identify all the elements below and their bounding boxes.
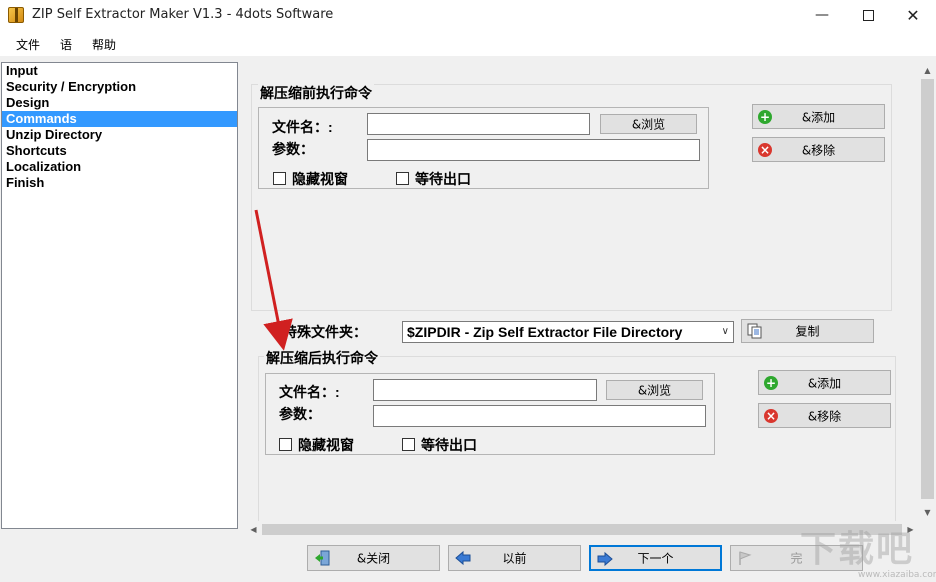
menu-help[interactable]: 帮助: [92, 36, 116, 53]
post-filename-input[interactable]: [373, 379, 597, 401]
pre-commands-title: 解压缩前执行命令: [258, 83, 374, 103]
title-bar: ZIP Self Extractor Maker V1.3 - 4dots So…: [0, 0, 936, 31]
special-folder-select[interactable]: $ZIPDIR - Zip Self Extractor File Direct…: [402, 321, 734, 343]
post-params-input[interactable]: [373, 405, 706, 427]
pre-remove-label: &移除: [753, 141, 884, 158]
scroll-left-icon[interactable]: ◀: [245, 521, 262, 538]
pre-wait-exit-label: 等待出口: [415, 169, 471, 189]
menu-file[interactable]: 文件: [16, 36, 40, 53]
special-folder-label: 特殊文件夹：: [283, 322, 367, 342]
pre-remove-button[interactable]: × &移除: [752, 137, 885, 162]
previous-label: 以前: [449, 550, 580, 567]
post-remove-label: &移除: [759, 407, 890, 424]
copy-label: 复制: [742, 323, 873, 340]
sidebar-item-finish[interactable]: Finish: [2, 175, 237, 191]
menu-language[interactable]: 语: [60, 36, 72, 53]
post-browse-button[interactable]: &浏览: [606, 380, 703, 400]
sidebar-item-commands[interactable]: Commands: [2, 111, 237, 127]
post-hide-window-label: 隐藏视窗: [298, 435, 354, 455]
post-params-label: 参数：: [279, 404, 321, 424]
special-folder-value: $ZIPDIR - Zip Self Extractor File Direct…: [407, 324, 682, 340]
post-wait-exit-label: 等待出口: [421, 435, 477, 455]
pre-filename-label: 文件名：:: [272, 117, 333, 137]
step-list: Input Security / Encryption Design Comma…: [1, 62, 238, 529]
pre-hide-window-label: 隐藏视窗: [292, 169, 348, 189]
sidebar-item-security[interactable]: Security / Encryption: [2, 79, 237, 95]
previous-button[interactable]: 以前: [448, 545, 581, 571]
sidebar-item-shortcuts[interactable]: Shortcuts: [2, 143, 237, 159]
next-label: 下一个: [591, 550, 720, 567]
watermark-url: www.xiazaiba.com: [858, 570, 936, 580]
post-wait-exit-checkbox[interactable]: [402, 438, 415, 451]
pre-browse-button[interactable]: &浏览: [600, 114, 697, 134]
pre-add-button[interactable]: + &添加: [752, 104, 885, 129]
post-add-label: &添加: [759, 374, 890, 391]
pre-params-input[interactable]: [367, 139, 700, 161]
pre-add-label: &添加: [753, 108, 884, 125]
close-button[interactable]: &关闭: [307, 545, 440, 571]
maximize-icon: [863, 10, 874, 21]
maximize-button[interactable]: [845, 0, 891, 31]
menu-bar: 文件 语 帮助: [0, 31, 936, 56]
window-title: ZIP Self Extractor Maker V1.3 - 4dots So…: [32, 7, 333, 22]
next-button[interactable]: 下一个: [589, 545, 722, 571]
minimize-button[interactable]: —: [799, 0, 845, 31]
copy-button[interactable]: 复制: [741, 319, 874, 343]
app-archive-icon: [8, 7, 24, 23]
pre-params-label: 参数：: [272, 139, 314, 159]
close-label: &关闭: [308, 550, 439, 567]
post-commands-title: 解压缩后执行命令: [264, 348, 380, 368]
scroll-up-icon[interactable]: ▲: [919, 62, 936, 79]
pre-hide-window-checkbox[interactable]: [273, 172, 286, 185]
scroll-down-icon[interactable]: ▼: [919, 504, 936, 521]
pre-filename-input[interactable]: [367, 113, 590, 135]
post-filename-label: 文件名：:: [279, 382, 340, 402]
sidebar-item-design[interactable]: Design: [2, 95, 237, 111]
post-browse-label: &浏览: [607, 382, 702, 399]
pre-wait-exit-checkbox[interactable]: [396, 172, 409, 185]
vertical-scroll-thumb[interactable]: [921, 79, 934, 499]
vertical-scrollbar[interactable]: ▲ ▼: [919, 62, 936, 526]
sidebar-item-input[interactable]: Input: [2, 63, 237, 79]
sidebar-item-localization[interactable]: Localization: [2, 159, 237, 175]
post-remove-button[interactable]: × &移除: [758, 403, 891, 428]
post-hide-window-checkbox[interactable]: [279, 438, 292, 451]
pre-browse-label: &浏览: [601, 116, 696, 133]
sidebar-item-unzip-directory[interactable]: Unzip Directory: [2, 127, 237, 143]
post-add-button[interactable]: + &添加: [758, 370, 891, 395]
chevron-down-icon: ∨: [722, 322, 729, 342]
close-window-button[interactable]: ✕: [890, 0, 936, 31]
